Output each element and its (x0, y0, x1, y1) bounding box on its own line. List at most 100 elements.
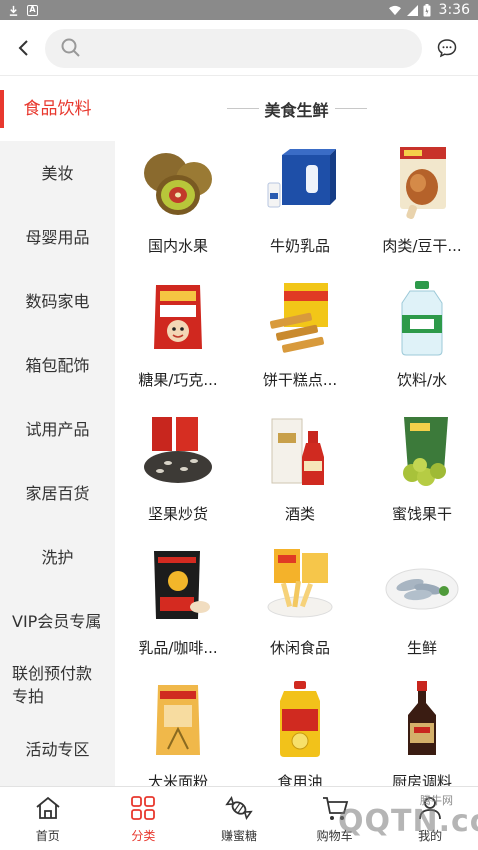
rice-bag-image (156, 685, 200, 755)
category-item-candy[interactable]: 糖果/巧克... (119, 277, 237, 395)
kiwi-fruit-image (144, 153, 212, 215)
status-time: 3:36 (438, 2, 470, 18)
category-label: 国内水果 (147, 237, 208, 255)
nav-category[interactable]: 分类 (96, 787, 192, 850)
sidebar-item-events[interactable]: 活动专区 (0, 717, 115, 781)
sidebar-item-label: 洗护 (41, 547, 74, 567)
status-bar: A 3:36 (0, 0, 478, 20)
sidebar-item-trial[interactable]: 试用产品 (0, 397, 115, 461)
category-label: 牛奶乳品 (269, 237, 330, 255)
category-item-snacks[interactable]: 休闲食品 (241, 545, 359, 663)
divider (227, 108, 259, 109)
wifi-icon (388, 5, 401, 15)
sidebar-item-label: VIP会员专属 (12, 611, 102, 631)
category-item-coffee[interactable]: 乳品/咖啡... (119, 545, 237, 663)
category-label: 肉类/豆干... (382, 237, 462, 255)
category-grid-icon (131, 796, 156, 820)
sidebar-item-label: 箱包配饰 (25, 355, 90, 375)
sidebar-item-vip[interactable]: VIP会员专属 (0, 589, 115, 653)
search-icon (61, 38, 80, 57)
sidebar-item-label: 美妆 (41, 163, 74, 183)
search-header (0, 20, 478, 76)
category-item-seasoning[interactable]: 厨房调料 (363, 679, 478, 786)
sidebar-item-beauty[interactable]: 美妆 (0, 141, 115, 205)
category-content: 美食生鲜 国内水果 牛奶乳品 肉类/豆干... 糖果/巧克... 饼干糕点...… (115, 77, 478, 786)
category-label: 糖果/巧克... (138, 371, 218, 389)
shrimp-plate-image (385, 568, 459, 610)
sidebar-item-food-drinks[interactable]: 食品饮料 (0, 77, 115, 141)
sidebar-item-label: 母婴用品 (25, 227, 90, 247)
bottom-nav: 首页 分类 赚蜜糖 购物车 我的 (0, 786, 478, 850)
dried-fruit-bag-image (403, 417, 448, 486)
sidebar-item-label: 数码家电 (25, 291, 90, 311)
nav-candy[interactable]: 赚蜜糖 (191, 787, 287, 850)
liquor-bottle-image (271, 418, 324, 485)
cooking-oil-image (280, 681, 320, 757)
category-item-milk[interactable]: 牛奶乳品 (241, 143, 359, 261)
chicken-leg-image (400, 147, 446, 220)
sunflower-seeds-image (144, 417, 212, 483)
category-item-fruit[interactable]: 国内水果 (119, 143, 237, 261)
nav-label: 赚蜜糖 (220, 829, 257, 843)
category-label: 饮料/水 (396, 371, 448, 389)
category-sidebar: 食品饮料 美妆 母婴用品 数码家电 箱包配饰 试用产品 家居百货 洗护 VIP会… (0, 77, 115, 786)
back-arrow-icon[interactable] (12, 36, 36, 60)
milk-candy-bag-image (154, 285, 202, 349)
notification-a-icon: A (27, 4, 38, 16)
category-item-dried-fruit[interactable]: 蜜饯果干 (363, 411, 478, 529)
nav-profile[interactable]: 我的 (382, 787, 478, 850)
sidebar-item-label: 联创预付款专拍 (12, 664, 93, 706)
category-label: 大米面粉 (147, 773, 208, 786)
soy-sauce-image (408, 681, 436, 755)
nav-home[interactable]: 首页 (0, 787, 96, 850)
category-label: 酒类 (284, 505, 315, 523)
category-label: 休闲食品 (269, 639, 330, 657)
category-item-biscuits[interactable]: 饼干糕点... (241, 277, 359, 395)
category-label: 蜜饯果干 (391, 505, 452, 523)
sidebar-item-home[interactable]: 家居百货 (0, 461, 115, 525)
wafer-biscuit-image (269, 283, 328, 353)
app-root: A 3:36 食品饮料 美妆 母婴用品 数码家电 箱包配饰 试用产品 家居百货 … (0, 0, 478, 850)
category-label: 厨房调料 (391, 773, 452, 786)
category-grid: 国内水果 牛奶乳品 肉类/豆干... 糖果/巧克... 饼干糕点... 饮料/水… (115, 143, 478, 786)
search-input[interactable] (91, 29, 411, 68)
sidebar-item-care[interactable]: 洗护 (0, 525, 115, 589)
profile-icon (419, 797, 442, 820)
sidebar-item-label: 试用产品 (25, 419, 90, 439)
message-icon[interactable] (436, 37, 458, 59)
download-icon (9, 5, 18, 16)
nav-label: 购物车 (316, 829, 353, 843)
category-item-rice-flour[interactable]: 大米面粉 (119, 679, 237, 786)
candy-icon (225, 796, 253, 820)
water-bottle-image (401, 281, 443, 356)
sidebar-item-label: 食品饮料 (23, 98, 92, 119)
section-title-text: 美食生鲜 (264, 101, 329, 120)
search-bar[interactable] (45, 29, 422, 68)
section-title: 美食生鲜 (115, 97, 478, 121)
divider (335, 108, 367, 109)
sidebar-item-label: 家居百货 (25, 483, 90, 503)
snack-fries-image (267, 549, 333, 618)
signal-icon (406, 4, 418, 16)
cart-icon (322, 797, 348, 820)
sidebar-item-prepay[interactable]: 联创预付款专拍 (0, 653, 115, 717)
nav-label: 首页 (35, 829, 60, 843)
milk-box-image (267, 149, 336, 208)
category-label: 食用油 (277, 773, 323, 786)
sidebar-item-mother-baby[interactable]: 母婴用品 (0, 205, 115, 269)
sidebar-item-digital[interactable]: 数码家电 (0, 269, 115, 333)
battery-icon (423, 3, 431, 16)
home-icon (36, 796, 60, 819)
category-item-meat[interactable]: 肉类/豆干... (363, 143, 478, 261)
category-item-nuts[interactable]: 坚果炒货 (119, 411, 237, 529)
category-item-fresh[interactable]: 生鲜 (363, 545, 478, 663)
category-item-liquor[interactable]: 酒类 (241, 411, 359, 529)
coffee-bag-image (154, 551, 210, 619)
nav-cart[interactable]: 购物车 (287, 787, 383, 850)
category-label: 饼干糕点... (262, 371, 338, 389)
nav-label: 分类 (131, 829, 156, 843)
category-item-drinks[interactable]: 饮料/水 (363, 277, 478, 395)
category-label: 生鲜 (406, 639, 437, 657)
sidebar-item-bags[interactable]: 箱包配饰 (0, 333, 115, 397)
category-item-cooking-oil[interactable]: 食用油 (241, 679, 359, 786)
